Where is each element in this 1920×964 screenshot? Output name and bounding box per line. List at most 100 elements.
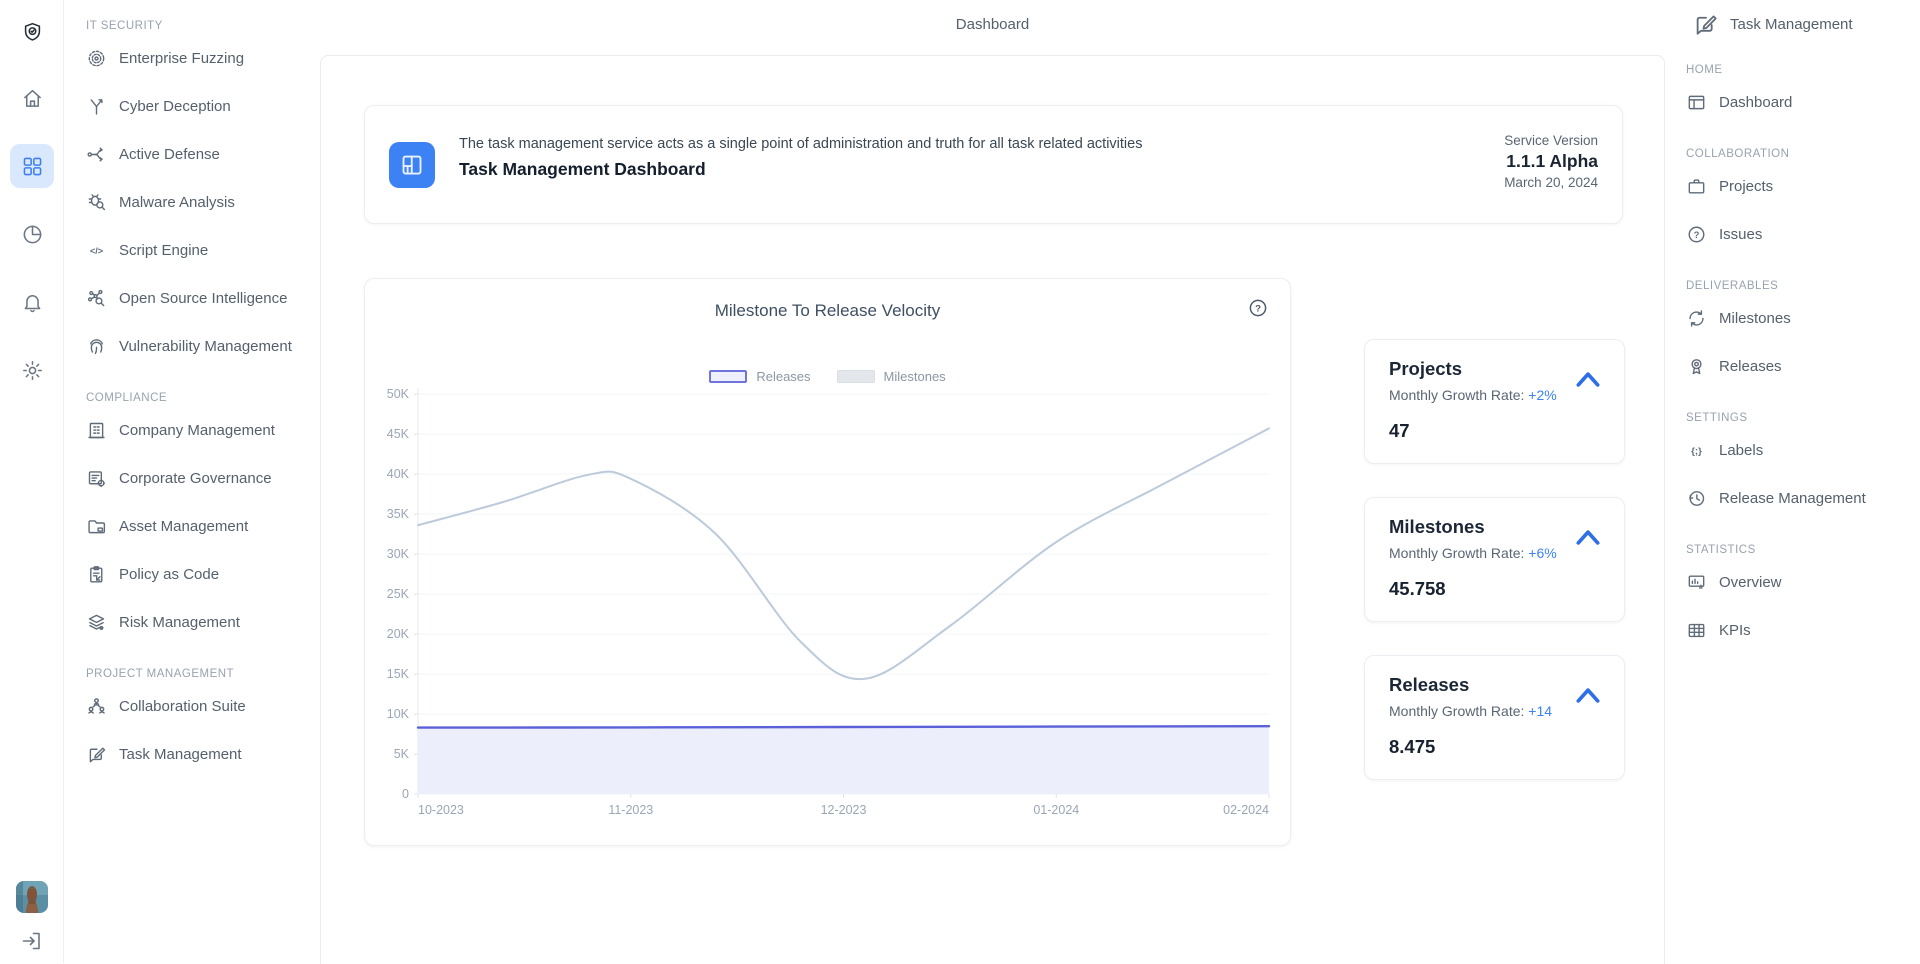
context-item-labels[interactable]: {;} Labels — [1686, 426, 1912, 474]
rail-item-apps[interactable] — [10, 144, 54, 188]
chevron-up-icon[interactable] — [1574, 526, 1602, 548]
stat-card-releases: ReleasesMonthly Growth Rate: +148.475 — [1364, 655, 1625, 780]
rail-item-home[interactable] — [10, 76, 54, 120]
legend-item-releases[interactable]: Releases — [709, 369, 810, 384]
context-item-kpis[interactable]: KPIs — [1686, 606, 1912, 654]
sidebar-item-risk-management[interactable]: Risk Management — [86, 598, 312, 646]
doc-gear-icon — [86, 468, 107, 489]
context-item-release-management[interactable]: Release Management — [1686, 474, 1912, 522]
table-icon — [1686, 620, 1707, 641]
svg-text:40K: 40K — [387, 467, 410, 481]
clipboard-arrow-icon — [86, 564, 107, 585]
stat-card-title: Releases — [1389, 674, 1469, 696]
bell-icon — [21, 291, 44, 314]
help-icon[interactable]: ? — [1246, 297, 1270, 321]
context-section-statistics: STATISTICS — [1686, 544, 1912, 556]
chevron-up-icon[interactable] — [1574, 684, 1602, 706]
sidebar-item-company-management[interactable]: Company Management — [86, 406, 312, 454]
fingerprint-icon — [86, 336, 107, 357]
chart-title: Milestone To Release Velocity — [365, 301, 1290, 321]
stat-card-title: Projects — [1389, 358, 1462, 380]
sidebar-item-corporate-governance[interactable]: Corporate Governance — [86, 454, 312, 502]
right-sidebar: HOMEDashboardCOLLABORATIONProjects?Issue… — [1666, 0, 1920, 963]
history-icon — [1686, 488, 1707, 509]
stat-card-growth: Monthly Growth Rate: +2% — [1389, 387, 1557, 403]
svg-text:?: ? — [1255, 303, 1261, 314]
chevron-up-icon[interactable] — [1574, 368, 1602, 390]
nav-item-label: Script Engine — [119, 242, 208, 259]
layers-eye-icon — [86, 612, 107, 633]
svg-text:50K: 50K — [387, 387, 410, 401]
context-section-settings: SETTINGS — [1686, 412, 1912, 424]
nav-item-label: Task Management — [119, 746, 242, 763]
org-icon — [86, 696, 107, 717]
sidebar-item-open-source-intelligence[interactable]: Open Source Intelligence — [86, 274, 312, 322]
user-avatar[interactable] — [16, 881, 48, 913]
sidebar-item-vulnerability-management[interactable]: Vulnerability Management — [86, 322, 312, 370]
sidebar-section-it-security: IT SECURITY — [86, 20, 312, 32]
main-panel: The task management service acts as a si… — [320, 55, 1665, 964]
sidebar-item-cyber-deception[interactable]: Cyber Deception — [86, 82, 312, 130]
sidebar-item-collaboration-suite[interactable]: Collaboration Suite — [86, 682, 312, 730]
svg-text:{;}: {;} — [1691, 446, 1702, 457]
nav-item-label: Risk Management — [119, 614, 240, 631]
nav-item-label: Labels — [1719, 442, 1763, 459]
context-item-issues[interactable]: ?Issues — [1686, 210, 1912, 258]
svg-text:25K: 25K — [387, 587, 410, 601]
sidebar-item-task-management[interactable]: Task Management — [86, 730, 312, 778]
pie-icon — [21, 223, 44, 246]
nav-item-label: Open Source Intelligence — [119, 290, 287, 307]
sign-out-icon[interactable] — [20, 929, 44, 953]
nav-item-label: Active Defense — [119, 146, 220, 163]
shield-logo-icon — [10, 10, 54, 54]
compose-icon — [86, 744, 107, 765]
context-item-projects[interactable]: Projects — [1686, 162, 1912, 210]
context-item-releases[interactable]: Releases — [1686, 342, 1912, 390]
nav-item-label: Dashboard — [1719, 94, 1792, 111]
stat-card-growth-value: +2% — [1528, 387, 1556, 403]
folder-icon — [86, 516, 107, 537]
help-icon: ? — [1686, 224, 1707, 245]
svg-text:0: 0 — [402, 787, 409, 801]
rail-item-notifications[interactable] — [10, 280, 54, 324]
svg-text:</>: </> — [90, 246, 103, 256]
stat-card-value: 8.475 — [1389, 736, 1435, 758]
legend-swatch — [709, 370, 747, 383]
svg-text:01-2024: 01-2024 — [1033, 803, 1079, 817]
nav-item-label: Release Management — [1719, 490, 1866, 507]
context-item-dashboard[interactable]: Dashboard — [1686, 78, 1912, 126]
nav-item-label: Asset Management — [119, 518, 248, 535]
page-title: Dashboard — [320, 16, 1665, 33]
legend-item-milestones[interactable]: Milestones — [837, 369, 946, 384]
rail-item-reports[interactable] — [10, 212, 54, 256]
sidebar-item-script-engine[interactable]: </> Script Engine — [86, 226, 312, 274]
stat-card-value: 45.758 — [1389, 578, 1446, 600]
presentation-icon — [1686, 572, 1707, 593]
code-icon: </> — [86, 240, 107, 261]
stat-card-growth-value: +14 — [1528, 703, 1552, 719]
context-item-overview[interactable]: Overview — [1686, 558, 1912, 606]
context-item-milestones[interactable]: Milestones — [1686, 294, 1912, 342]
branch-y-icon — [86, 96, 107, 117]
service-description: The task management service acts as a si… — [459, 136, 1142, 152]
sidebar-item-asset-management[interactable]: Asset Management — [86, 502, 312, 550]
nav-item-label: Milestones — [1719, 310, 1791, 327]
legend-label: Milestones — [884, 369, 946, 384]
sidebar-item-active-defense[interactable]: Active Defense — [86, 130, 312, 178]
context-section-home: HOME — [1686, 64, 1912, 76]
nav-item-label: Corporate Governance — [119, 470, 272, 487]
sidebar-item-policy-as-code[interactable]: Policy as Code — [86, 550, 312, 598]
stat-card-growth: Monthly Growth Rate: +6% — [1389, 545, 1557, 561]
gear-icon — [21, 359, 44, 382]
svg-text:35K: 35K — [387, 507, 410, 521]
dashboard-title: Task Management Dashboard — [459, 159, 706, 180]
home-icon — [21, 87, 44, 110]
sidebar-item-enterprise-fuzzing[interactable]: Enterprise Fuzzing — [86, 34, 312, 82]
svg-text:20K: 20K — [387, 627, 410, 641]
building-icon — [86, 420, 107, 441]
rail-item-settings[interactable] — [10, 348, 54, 392]
svg-text:5K: 5K — [394, 747, 410, 761]
sidebar-item-malware-analysis[interactable]: Malware Analysis — [86, 178, 312, 226]
svg-text:10K: 10K — [387, 707, 410, 721]
svg-text:45K: 45K — [387, 427, 410, 441]
